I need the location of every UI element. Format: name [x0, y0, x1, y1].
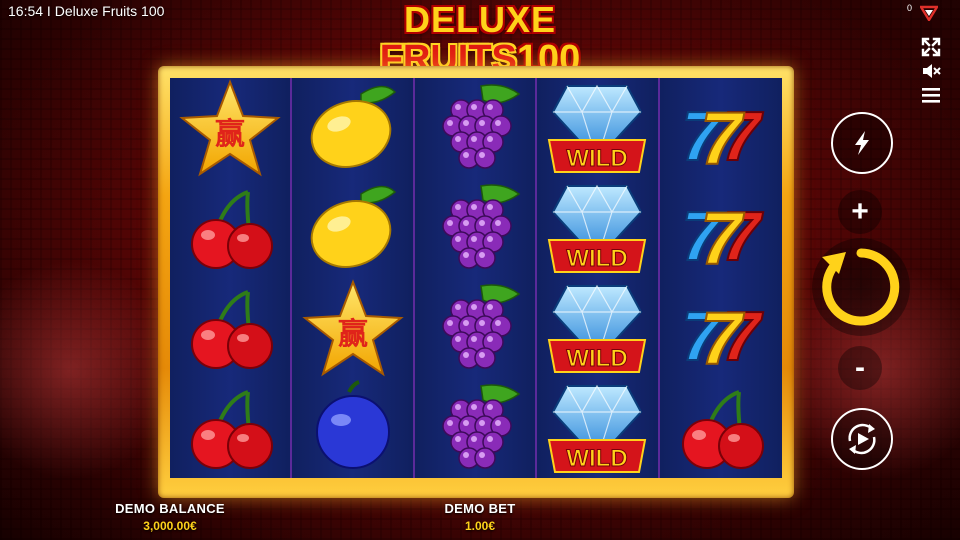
spin-arrow-icon [822, 248, 900, 326]
balance-value: 3,000.00€ [143, 519, 197, 533]
diamond-wild-symbol-graphic: WILD [548, 384, 647, 473]
plum-symbol [292, 378, 412, 478]
turbo-button[interactable] [831, 112, 893, 174]
diamond-wild-symbol: WILD [537, 178, 657, 278]
grapes-symbol [415, 278, 535, 378]
reel-grid[interactable]: 赢 赢 WILD WILD WILD WILD 7 7 7 7 7 7 7 7 … [170, 78, 782, 478]
balance-label: DEMO BALANCE [115, 501, 225, 516]
reel-5: 7 7 7 7 7 7 7 7 7 [659, 78, 782, 478]
diamond-wild-symbol-graphic: WILD [548, 184, 647, 273]
wild-label: WILD [567, 345, 628, 372]
window-title: 16:54 I Deluxe Fruits 100 [8, 3, 165, 19]
cherry-symbol [170, 378, 290, 478]
autoplay-icon [848, 423, 876, 455]
lemon-symbol-graphic [310, 185, 396, 268]
diamond-wild-symbol-graphic: WILD [548, 284, 647, 373]
lemon-symbol-graphic [310, 85, 396, 168]
wild-label: WILD [567, 445, 628, 472]
diamond-wild-symbol: WILD [537, 378, 657, 478]
lightning-icon [855, 131, 869, 155]
seven-symbol: 7 7 7 [660, 278, 782, 381]
bet-value: 1.00€ [464, 519, 496, 533]
seven-symbol-graphic: 7 7 7 [680, 196, 764, 281]
menu-icon[interactable] [920, 84, 942, 106]
counter-text: 0 [906, 3, 912, 13]
grapes-symbol-graphic [442, 84, 521, 169]
wild-label: WILD [567, 145, 628, 172]
svg-text:7: 7 [700, 97, 745, 180]
star-symbol-graphic: 赢 [179, 79, 281, 177]
reel-4: WILD WILD WILD WILD [537, 78, 660, 478]
diamond-wild-symbol-graphic: WILD [548, 84, 647, 173]
star-glyph: 赢 [338, 317, 368, 352]
logo-line-1: DELUXE [403, 0, 557, 40]
seven-symbol: 7 7 7 [660, 178, 782, 281]
star-symbol-graphic: 赢 [301, 279, 404, 377]
cherry-symbol [170, 178, 290, 278]
lemon-symbol [292, 78, 412, 178]
spin-button[interactable] [812, 238, 910, 336]
grapes-symbol [415, 378, 535, 478]
demo-bet[interactable]: DEMO BET 1.00€ [420, 501, 540, 533]
diamond-wild-symbol: WILD [537, 78, 657, 178]
decrease-bet-button[interactable]: - [838, 346, 882, 390]
fullscreen-icon[interactable] [920, 36, 942, 58]
plus-label: + [851, 195, 869, 228]
grapes-symbol [415, 178, 535, 278]
brand-logo-icon[interactable] [920, 5, 938, 21]
cherry-symbol [660, 378, 782, 478]
seven-symbol-graphic: 7 7 7 [680, 296, 764, 381]
lemon-symbol [292, 178, 412, 278]
grapes-symbol-graphic [442, 384, 521, 469]
grapes-symbol-graphic [442, 184, 521, 269]
cherry-symbol-graphic [191, 390, 274, 469]
plum-symbol-graphic [315, 380, 390, 469]
cherry-symbol [170, 278, 290, 378]
reel-3 [414, 78, 538, 478]
cherry-symbol-graphic [681, 390, 764, 469]
bet-label: DEMO BET [444, 501, 516, 516]
svg-text:7: 7 [700, 297, 745, 380]
autoplay-button[interactable] [831, 408, 893, 470]
seven-symbol: 7 7 7 [660, 78, 782, 181]
seven-symbol-graphic: 7 7 7 [680, 96, 764, 181]
star-symbol: 赢 [170, 78, 290, 178]
svg-text:7: 7 [700, 197, 745, 280]
cherry-symbol-graphic [191, 290, 274, 369]
diamond-wild-symbol: WILD [537, 278, 657, 378]
demo-balance: DEMO BALANCE 3,000.00€ [100, 501, 240, 533]
grapes-symbol [415, 78, 535, 178]
star-symbol: 赢 [292, 278, 412, 378]
cherry-symbol-graphic [191, 190, 274, 269]
reel-2: 赢 [292, 78, 415, 478]
star-glyph: 赢 [215, 117, 245, 152]
minus-label: - [855, 351, 865, 384]
grapes-symbol-graphic [442, 284, 521, 369]
wild-label: WILD [567, 245, 628, 272]
increase-bet-button[interactable]: + [838, 190, 882, 234]
sound-muted-icon[interactable] [920, 60, 942, 82]
reel-1: 赢 [170, 78, 293, 478]
